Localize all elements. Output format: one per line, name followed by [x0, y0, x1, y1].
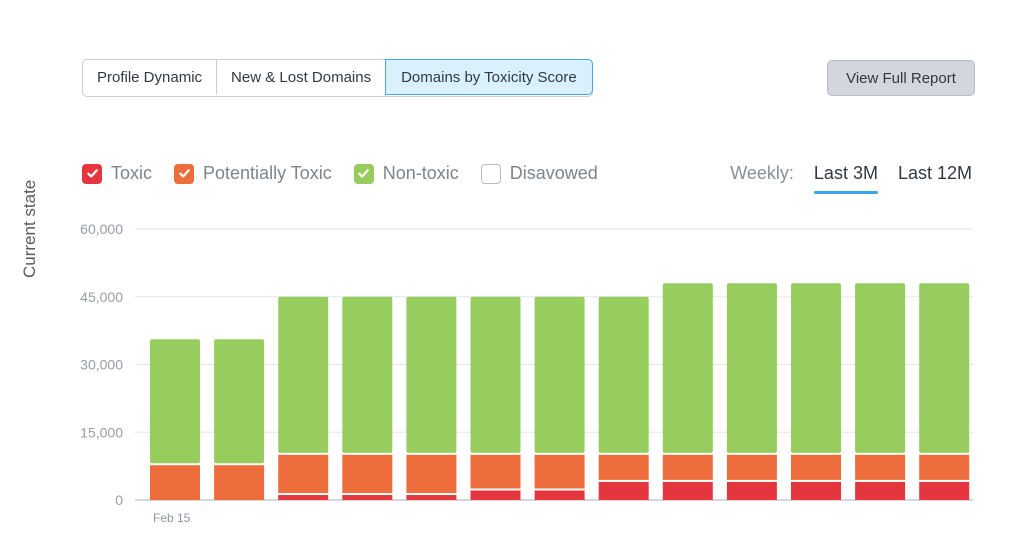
- bar-group[interactable]: [342, 296, 393, 500]
- x-tick-label: Feb 15: [153, 511, 191, 525]
- bar-group[interactable]: [726, 283, 777, 500]
- bar-segment-non-toxic[interactable]: [726, 283, 777, 453]
- bar-group[interactable]: [406, 296, 457, 500]
- y-tick-label: 60,000: [80, 221, 123, 237]
- bar-group[interactable]: [150, 339, 200, 500]
- bar-group[interactable]: [470, 296, 521, 500]
- bar-segment-toxic[interactable]: [598, 481, 649, 500]
- bar-segment-toxic[interactable]: [470, 490, 521, 500]
- bar-segment-non-toxic[interactable]: [662, 283, 713, 453]
- bar-segment-potentially-toxic[interactable]: [214, 465, 265, 500]
- bar-segment-toxic[interactable]: [791, 481, 841, 500]
- bar-segment-potentially-toxic[interactable]: [855, 454, 906, 480]
- bar-segment-potentially-toxic[interactable]: [598, 454, 649, 480]
- bar-segment-non-toxic[interactable]: [855, 283, 906, 453]
- y-tick-label: 30,000: [80, 357, 123, 373]
- y-tick-label: 45,000: [80, 289, 123, 305]
- bar-segment-non-toxic[interactable]: [470, 296, 521, 453]
- bar-segment-non-toxic[interactable]: [919, 283, 970, 453]
- bar-segment-potentially-toxic[interactable]: [919, 454, 970, 480]
- bar-group[interactable]: [791, 283, 841, 500]
- bar-group[interactable]: [214, 339, 265, 500]
- bar-segment-non-toxic[interactable]: [791, 283, 841, 453]
- bar-segment-potentially-toxic[interactable]: [342, 454, 393, 494]
- bar-segment-toxic[interactable]: [662, 481, 713, 500]
- bar-group[interactable]: [855, 283, 906, 500]
- bar-segment-toxic[interactable]: [855, 481, 906, 500]
- bar-segment-non-toxic[interactable]: [150, 339, 200, 464]
- stacked-bar-chart: 0 15,000 30,000 45,000 60,000 Feb 15: [80, 221, 973, 525]
- bar-segment-potentially-toxic[interactable]: [150, 465, 200, 500]
- bar-segment-toxic[interactable]: [919, 481, 970, 500]
- bar-group[interactable]: [662, 283, 713, 500]
- bar-segment-non-toxic[interactable]: [214, 339, 265, 464]
- bar-segment-potentially-toxic[interactable]: [662, 454, 713, 480]
- bar-segment-potentially-toxic[interactable]: [534, 454, 585, 489]
- bar-group[interactable]: [598, 296, 649, 500]
- bar-group[interactable]: [278, 296, 329, 500]
- bar-segment-potentially-toxic[interactable]: [278, 454, 329, 494]
- bar-segment-toxic[interactable]: [406, 495, 457, 500]
- bar-group[interactable]: [534, 296, 585, 500]
- bar-segment-potentially-toxic[interactable]: [406, 454, 457, 494]
- bar-segment-non-toxic[interactable]: [278, 296, 329, 453]
- y-tick-label: 0: [115, 492, 123, 508]
- bar-group[interactable]: [919, 283, 970, 500]
- bar-segment-non-toxic[interactable]: [342, 296, 393, 453]
- y-tick-label: 15,000: [80, 424, 123, 440]
- bar-segment-toxic[interactable]: [534, 490, 585, 500]
- bar-segment-toxic[interactable]: [278, 495, 329, 500]
- bar-segment-potentially-toxic[interactable]: [470, 454, 521, 489]
- bar-segment-non-toxic[interactable]: [598, 296, 649, 453]
- bar-segment-toxic[interactable]: [342, 495, 393, 500]
- bar-segment-potentially-toxic[interactable]: [726, 454, 777, 480]
- bar-segment-toxic[interactable]: [726, 481, 777, 500]
- bar-segment-non-toxic[interactable]: [534, 296, 585, 453]
- bar-segment-potentially-toxic[interactable]: [791, 454, 841, 480]
- bar-segment-non-toxic[interactable]: [406, 296, 457, 453]
